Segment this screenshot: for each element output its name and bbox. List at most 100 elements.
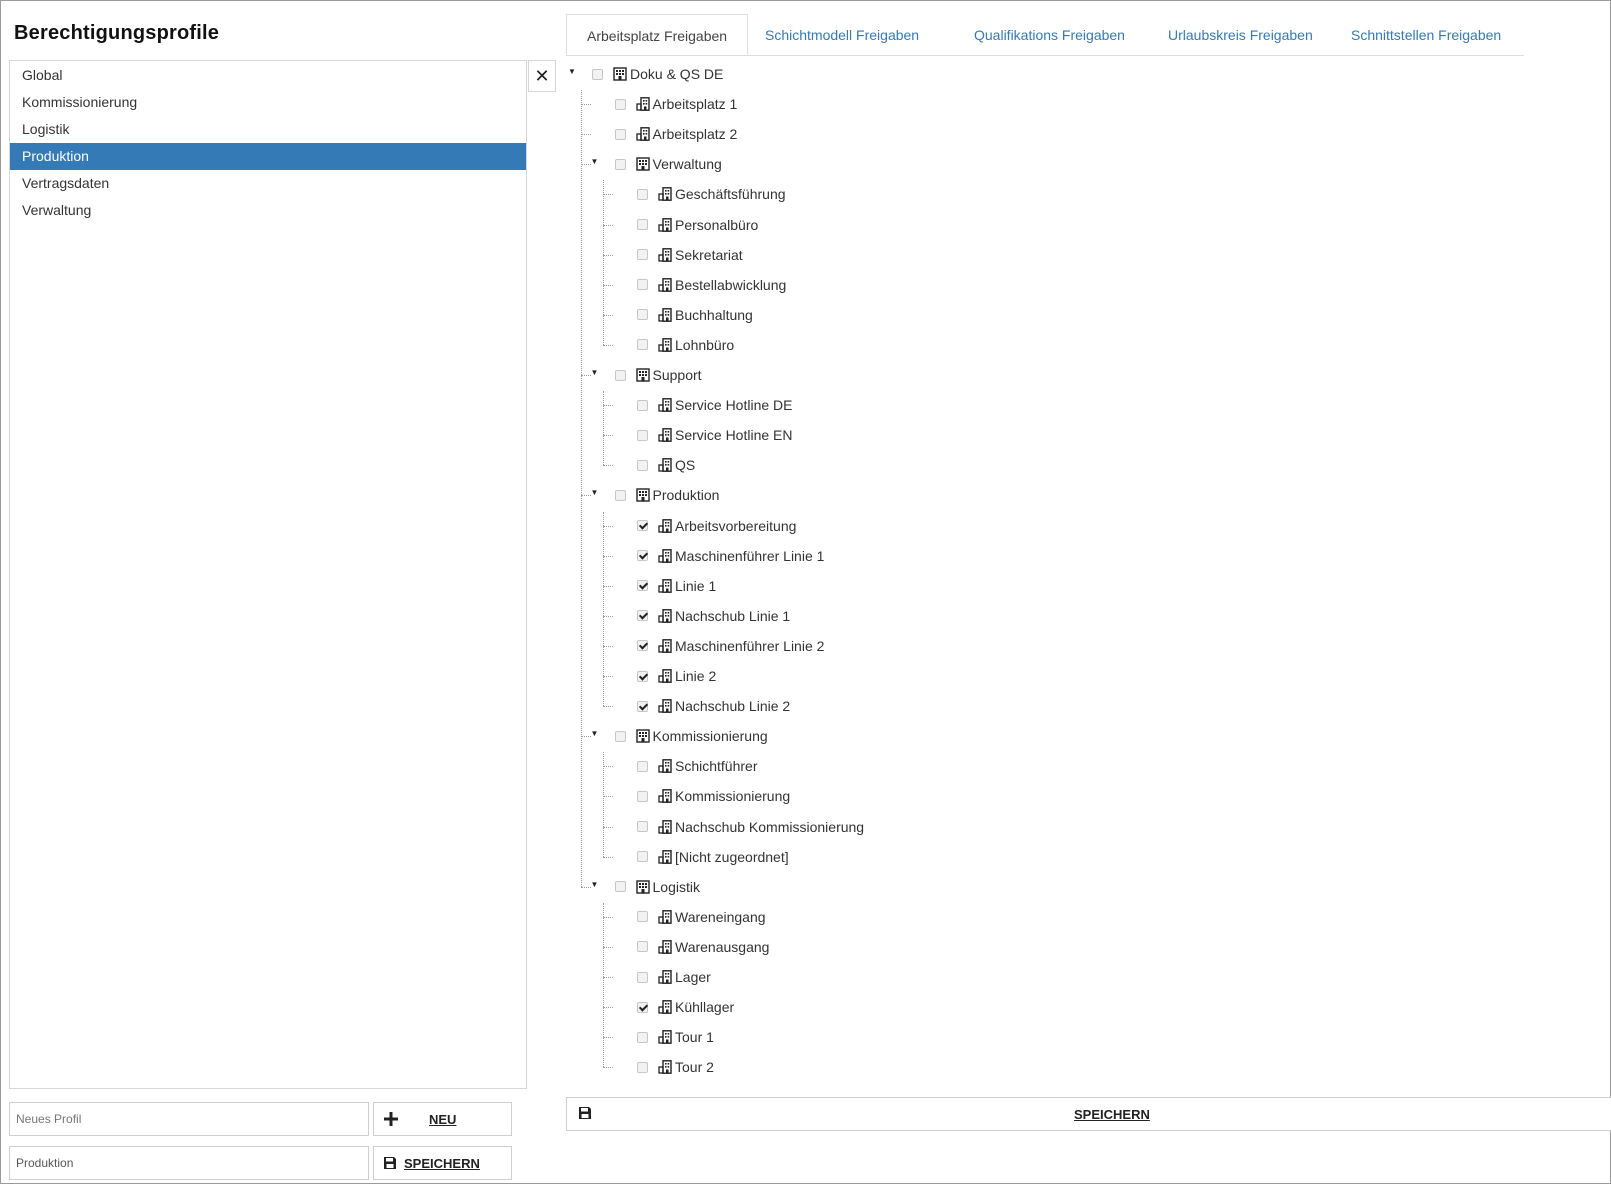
tree-connector bbox=[603, 752, 604, 857]
tree-node-label[interactable]: Tour 2 bbox=[675, 1059, 714, 1075]
tree-node-label[interactable]: Service Hotline DE bbox=[675, 397, 793, 413]
tree-checkbox[interactable] bbox=[637, 971, 648, 983]
tree-checkbox[interactable] bbox=[614, 98, 626, 110]
expand-toggle[interactable]: ▼ bbox=[567, 67, 577, 76]
tree-checkbox[interactable] bbox=[637, 1001, 648, 1013]
tree-node-label[interactable]: Support bbox=[653, 367, 702, 383]
tree-checkbox[interactable] bbox=[637, 279, 648, 291]
tab-schichtmodell-freigaben[interactable]: Schichtmodell Freigaben bbox=[765, 14, 919, 55]
tree-checkbox[interactable] bbox=[637, 520, 648, 531]
tree-node-label[interactable]: Arbeitsvorbereitung bbox=[675, 518, 796, 534]
tree-node-label[interactable]: Lohnbüro bbox=[675, 337, 734, 353]
tree-node-label[interactable]: Kommissionierung bbox=[653, 728, 768, 744]
tree-checkbox[interactable] bbox=[637, 700, 648, 712]
tree-node-label[interactable]: Maschinenführer Linie 1 bbox=[675, 548, 824, 564]
close-button[interactable]: ✕ bbox=[528, 60, 556, 92]
new-profile-button[interactable]: NEU bbox=[373, 1102, 512, 1136]
profile-item[interactable]: Produktion bbox=[10, 143, 526, 170]
workstation-icon bbox=[658, 939, 672, 954]
tree-checkbox[interactable] bbox=[637, 760, 648, 772]
tab-arbeitsplatz-freigaben[interactable]: Arbeitsplatz Freigaben bbox=[566, 14, 749, 55]
tree-checkbox[interactable] bbox=[637, 188, 648, 200]
tree-checkbox[interactable] bbox=[637, 821, 648, 832]
building-icon bbox=[635, 879, 650, 894]
tree-checkbox[interactable] bbox=[614, 128, 626, 140]
tab-urlaubskreis-freigaben[interactable]: Urlaubskreis Freigaben bbox=[1168, 14, 1313, 55]
tab-schnittstellen-freigaben[interactable]: Schnittstellen Freigaben bbox=[1351, 14, 1501, 55]
tree-node-label[interactable]: Warenausgang bbox=[675, 939, 769, 955]
tree-node-label[interactable]: Geschäftsführung bbox=[675, 186, 786, 202]
tree-node-label[interactable]: Bestellabwicklung bbox=[675, 277, 786, 293]
profile-item[interactable]: Kommissionierung bbox=[10, 89, 526, 116]
profile-item[interactable]: Global bbox=[10, 62, 526, 89]
expand-toggle[interactable]: ▼ bbox=[590, 880, 600, 889]
tree-node-label[interactable]: Nachschub Linie 2 bbox=[675, 698, 790, 714]
workstation-icon bbox=[658, 458, 672, 473]
tree-node-workplace: Kommissionierung bbox=[637, 784, 790, 808]
tree-node-label[interactable]: Personalbüro bbox=[675, 217, 758, 233]
tree-node-label[interactable]: Wareneingang bbox=[675, 909, 766, 925]
save-permissions-button[interactable]: SPEICHERN bbox=[566, 1097, 1611, 1131]
tree-node-label[interactable]: Produktion bbox=[653, 487, 720, 503]
tab-qualifikations-freigaben[interactable]: Qualifikations Freigaben bbox=[974, 14, 1125, 55]
tree-checkbox[interactable] bbox=[637, 911, 648, 923]
tree-node-label[interactable]: Maschinenführer Linie 2 bbox=[675, 638, 824, 654]
tree-checkbox[interactable] bbox=[637, 1031, 648, 1043]
tree-checkbox[interactable] bbox=[637, 670, 648, 682]
tree-checkbox[interactable] bbox=[637, 550, 648, 562]
tree-node-workplace: Maschinenführer Linie 1 bbox=[637, 544, 824, 568]
profile-item[interactable]: Verwaltung bbox=[10, 197, 526, 224]
tree-node-label[interactable]: Arbeitsplatz 2 bbox=[653, 126, 738, 142]
tree-checkbox[interactable] bbox=[637, 309, 648, 321]
profile-item[interactable]: Vertragsdaten bbox=[10, 170, 526, 197]
save-profile-button[interactable]: SPEICHERN bbox=[373, 1146, 512, 1180]
tree-node-label[interactable]: Lager bbox=[675, 969, 711, 985]
tree-checkbox[interactable] bbox=[614, 369, 626, 381]
new-profile-input[interactable] bbox=[9, 1102, 369, 1136]
tree-checkbox[interactable] bbox=[637, 851, 648, 863]
tree-checkbox[interactable] bbox=[637, 1061, 648, 1073]
tree-checkbox[interactable] bbox=[637, 339, 648, 351]
building-icon bbox=[613, 67, 627, 81]
tree-checkbox[interactable] bbox=[637, 941, 648, 953]
tree-node-label[interactable]: Service Hotline EN bbox=[675, 427, 793, 443]
tree-checkbox[interactable] bbox=[637, 249, 648, 261]
tree-node-label[interactable]: Linie 1 bbox=[675, 578, 716, 594]
tree-checkbox[interactable] bbox=[637, 399, 648, 411]
profile-name-input[interactable] bbox=[9, 1146, 369, 1180]
tree-checkbox[interactable] bbox=[637, 580, 648, 592]
expand-toggle[interactable]: ▼ bbox=[590, 368, 600, 377]
tree-node-label[interactable]: Buchhaltung bbox=[675, 307, 753, 323]
tree-checkbox[interactable] bbox=[614, 158, 626, 170]
tree-node-label[interactable]: Linie 2 bbox=[675, 668, 716, 684]
tree-checkbox[interactable] bbox=[592, 68, 603, 80]
tree-node-label[interactable]: Arbeitsplatz 1 bbox=[653, 96, 738, 112]
tree-checkbox[interactable] bbox=[637, 790, 648, 802]
tree-node-label[interactable]: Doku & QS DE bbox=[630, 66, 723, 82]
tree-checkbox[interactable] bbox=[614, 881, 626, 893]
tree-checkbox[interactable] bbox=[637, 640, 648, 652]
expand-toggle[interactable]: ▼ bbox=[590, 488, 600, 497]
expand-toggle[interactable]: ▼ bbox=[590, 157, 600, 166]
tree-node-root: Doku & QS DE bbox=[592, 62, 723, 86]
tree-checkbox[interactable] bbox=[637, 610, 648, 622]
tree-checkbox[interactable] bbox=[614, 730, 626, 742]
tree-checkbox[interactable] bbox=[637, 459, 648, 471]
tree-checkbox[interactable] bbox=[637, 219, 648, 230]
tree-node-label[interactable]: Nachschub Linie 1 bbox=[675, 608, 790, 624]
tree-node-label[interactable]: QS bbox=[675, 457, 695, 473]
plus-icon bbox=[384, 1112, 398, 1126]
tree-node-label[interactable]: [Nicht zugeordnet] bbox=[675, 849, 789, 865]
tree-node-label[interactable]: Tour 1 bbox=[675, 1029, 714, 1045]
tree-node-label[interactable]: Kühllager bbox=[675, 999, 734, 1015]
tree-node-label[interactable]: Schichtführer bbox=[675, 758, 757, 774]
tree-node-label[interactable]: Verwaltung bbox=[653, 156, 722, 172]
profile-item[interactable]: Logistik bbox=[10, 116, 526, 143]
tree-checkbox[interactable] bbox=[614, 489, 626, 501]
tree-checkbox[interactable] bbox=[637, 429, 648, 441]
tree-node-label[interactable]: Logistik bbox=[653, 879, 700, 895]
tree-node-label[interactable]: Nachschub Kommissionierung bbox=[675, 819, 864, 835]
expand-toggle[interactable]: ▼ bbox=[590, 729, 600, 738]
tree-node-label[interactable]: Kommissionierung bbox=[675, 788, 790, 804]
tree-node-label[interactable]: Sekretariat bbox=[675, 247, 743, 263]
